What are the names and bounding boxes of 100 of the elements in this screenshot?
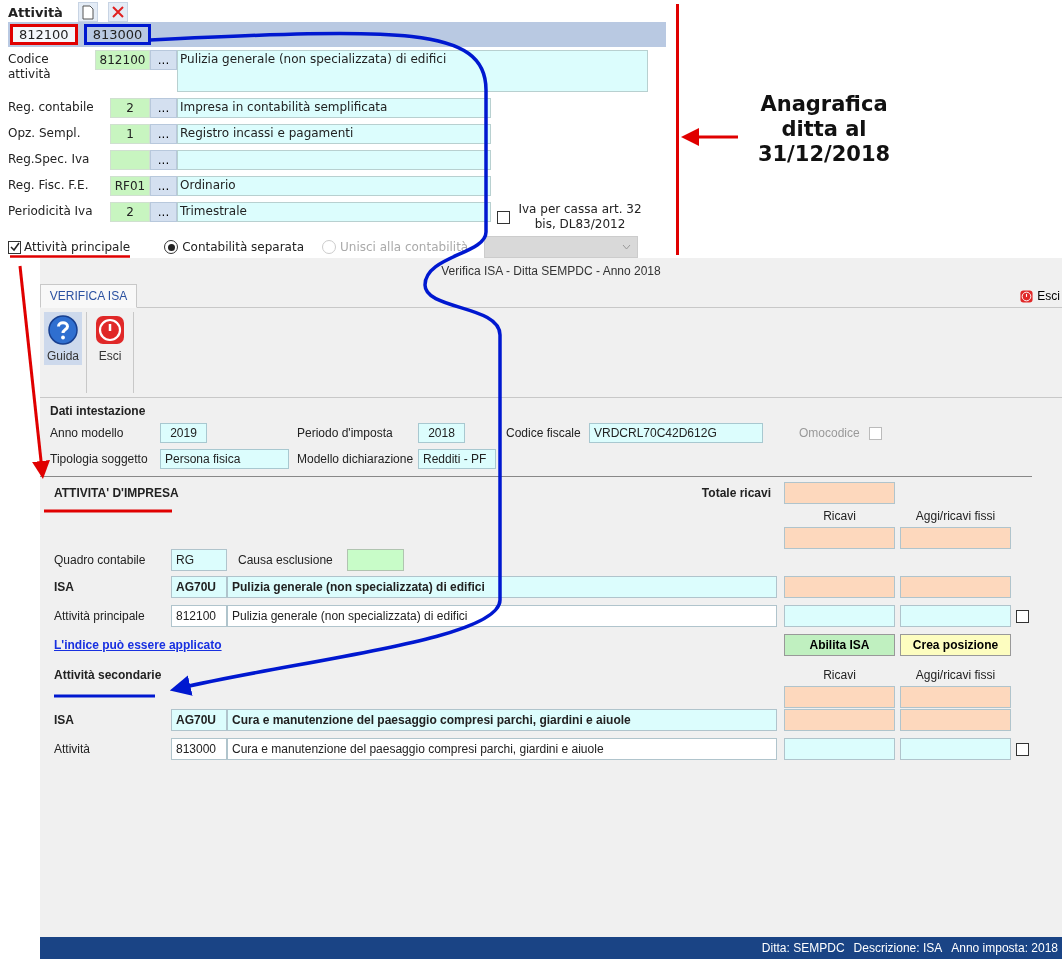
amount-field[interactable]: [900, 605, 1011, 627]
input-field[interactable]: [347, 549, 404, 571]
description-field[interactable]: Pulizia generale (non specializzata) di edifici: [227, 576, 777, 598]
code-field[interactable]: RG: [171, 549, 227, 571]
section-title: ATTIVITA' D'IMPRESA: [54, 486, 180, 500]
row-label: Attività: [54, 742, 91, 756]
description-field[interactable]: Pulizia generale (non specializzata) di edifici: [177, 50, 648, 92]
amount-field[interactable]: [784, 709, 895, 731]
amount-field[interactable]: [900, 709, 1011, 731]
checkbox[interactable]: [8, 240, 21, 254]
checkbox[interactable]: [1016, 609, 1029, 623]
help-button[interactable]: Guida: [44, 312, 82, 365]
checkbox[interactable]: [497, 210, 510, 224]
lookup-button[interactable]: ...: [150, 98, 177, 118]
field-label: Reg. contabile: [8, 99, 95, 115]
column-header: Aggi/ricavi fissi: [914, 668, 997, 682]
row-label: ISA: [54, 713, 75, 727]
field-label: Codice attività: [8, 51, 52, 82]
column-header: Ricavi: [822, 668, 857, 682]
section-title: Attività secondarie: [54, 668, 163, 682]
amount-field[interactable]: [900, 576, 1011, 598]
delete-icon[interactable]: [108, 2, 128, 22]
code-field[interactable]: [110, 150, 150, 170]
code-field[interactable]: 2: [110, 202, 150, 222]
exit-link[interactable]: Esci: [1020, 289, 1062, 307]
field-label: Periodo d'imposta: [297, 426, 394, 440]
new-document-icon[interactable]: [78, 2, 98, 22]
amount-field[interactable]: [784, 686, 895, 708]
activity-tab[interactable]: 813000: [83, 24, 152, 45]
input-field[interactable]: Persona fisica: [160, 449, 289, 469]
amount-field[interactable]: [784, 738, 895, 760]
description-field[interactable]: Cura e manutenzione del paesaggio compresi parchi, giardini e aiuole: [227, 738, 777, 760]
amount-field[interactable]: [900, 738, 1011, 760]
exit-button[interactable]: Esci: [91, 312, 129, 365]
amount-field[interactable]: [784, 576, 895, 598]
description-field[interactable]: Impresa in contabilità semplificata: [177, 98, 491, 118]
status-text: Anno imposta: 2018: [951, 941, 1058, 955]
annotation-text: Anagrafica ditta al 31/12/2018: [756, 92, 892, 167]
input-field[interactable]: VRDCRL70C42D612G: [589, 423, 763, 443]
description-field[interactable]: Cura e manutenzione del paesaggio compresi parchi, giardini e aiuole: [227, 709, 777, 731]
input-field[interactable]: 2019: [160, 423, 207, 443]
amount-field[interactable]: [784, 482, 895, 504]
panel-title: Attività: [8, 4, 64, 20]
code-field[interactable]: AG70U: [171, 576, 227, 598]
field-label: Modello dichiarazione: [297, 452, 415, 466]
field-label: Totale ricavi: [701, 486, 772, 500]
status-text: Descrizione: ISA: [853, 941, 943, 955]
section-title: Dati intestazione: [50, 404, 147, 418]
row-label: ISA: [54, 580, 75, 594]
description-field[interactable]: Pulizia generale (non specializzata) di edifici: [227, 605, 777, 627]
activity-tab[interactable]: 812100: [10, 24, 78, 45]
checkbox-label: Iva per cassa art. 32 bis, DL83/2012: [517, 202, 643, 232]
column-header: Aggi/ricavi fissi: [914, 509, 997, 523]
amount-field[interactable]: [900, 686, 1011, 708]
input-field[interactable]: Redditi - PF: [418, 449, 496, 469]
amount-field[interactable]: [784, 527, 895, 549]
field-label: Anno modello: [50, 426, 125, 440]
status-text: Ditta: SEMPDC: [761, 941, 845, 955]
code-field[interactable]: AG70U: [171, 709, 227, 731]
action-button[interactable]: Crea posizione: [900, 634, 1011, 656]
radio-button[interactable]: [164, 240, 179, 254]
amount-field[interactable]: [784, 605, 895, 627]
action-button[interactable]: Abilita ISA: [784, 634, 895, 656]
radio-label: Unisci alla contabilità: [340, 240, 469, 254]
field-label: Causa esclusione: [237, 553, 334, 567]
lookup-button[interactable]: ...: [150, 124, 177, 144]
description-field[interactable]: Trimestrale: [177, 202, 491, 222]
lookup-button[interactable]: ...: [150, 150, 177, 170]
ribbon-tab[interactable]: VERIFICA ISA: [40, 284, 137, 308]
field-label: Codice fiscale: [506, 426, 582, 440]
description-field[interactable]: Registro incassi e pagamenti: [177, 124, 491, 144]
amount-field[interactable]: [900, 527, 1011, 549]
help-icon: [48, 315, 78, 345]
row-label: Quadro contabile: [54, 553, 147, 567]
code-field[interactable]: 2: [110, 98, 150, 118]
radio-label: Contabilità separata: [182, 240, 304, 254]
code-field[interactable]: 813000: [171, 738, 227, 760]
field-label: Tipologia soggetto: [50, 452, 149, 466]
checkbox[interactable]: [1016, 742, 1029, 756]
code-field[interactable]: 812100: [95, 50, 150, 70]
column-header: Ricavi: [822, 509, 857, 523]
link[interactable]: L'indice può essere applicato: [54, 638, 777, 652]
code-field[interactable]: RF01: [110, 176, 150, 196]
lookup-button[interactable]: ...: [150, 202, 177, 222]
field-label: Opz. Sempl.: [8, 125, 82, 141]
window-title: Verifica ISA - Ditta SEMPDC - Anno 2018: [440, 263, 662, 280]
code-field[interactable]: 812100: [171, 605, 227, 627]
field-label: Reg. Fisc. F.E.: [8, 177, 90, 193]
input-field[interactable]: 2018: [418, 423, 465, 443]
code-field[interactable]: 1: [110, 124, 150, 144]
checkbox-label: Attività principale: [24, 240, 131, 254]
power-icon: [1020, 289, 1034, 303]
description-field[interactable]: Ordinario: [177, 176, 491, 196]
lookup-button[interactable]: ...: [150, 50, 177, 70]
arrow: [681, 128, 738, 146]
lookup-button[interactable]: ...: [150, 176, 177, 196]
chevron-icon: [622, 244, 632, 250]
row-label: Attività principale: [54, 609, 146, 623]
field-label: Reg.Spec. Iva: [8, 151, 91, 167]
description-field[interactable]: [177, 150, 491, 170]
